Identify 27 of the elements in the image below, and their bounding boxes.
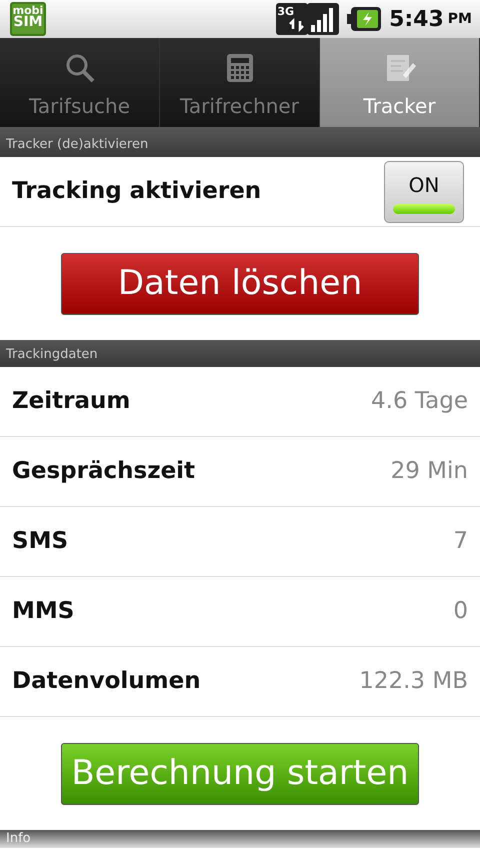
delete-button[interactable]: Daten löschen (61, 252, 419, 314)
battery-icon (347, 7, 382, 31)
data-value: 122.3 MB (359, 667, 468, 696)
network-icon (276, 3, 308, 35)
data-label: Zeitraum (12, 387, 130, 416)
tab[interactable]: Tarifrechner (160, 38, 320, 127)
app-logo: mobi SIM (10, 2, 46, 36)
signal-icon (307, 3, 340, 35)
data-value: 7 (453, 527, 468, 556)
section-header: Info (0, 830, 480, 848)
data-label: Datenvolumen (12, 667, 201, 696)
data-value: 0 (453, 597, 468, 626)
section-header: Tracker (de)aktivieren (0, 130, 480, 157)
start-button[interactable]: Berechnung starten (61, 742, 419, 804)
toggle-button[interactable]: ON (384, 160, 464, 222)
setting-label: Tracking aktivieren (12, 177, 262, 206)
tab[interactable]: Tracker (320, 38, 480, 127)
data-label: SMS (12, 527, 68, 556)
data-label: Gesprächszeit (12, 457, 196, 486)
data-value: 4.6 Tage (371, 387, 468, 416)
section-header: Trackingdaten (0, 340, 480, 367)
data-label: MMS (12, 597, 74, 626)
data-value: 29 Min (390, 457, 468, 486)
clock-period: PM (448, 10, 472, 28)
network-label: 3G (277, 4, 294, 20)
tab[interactable]: Tarifsuche (0, 38, 160, 127)
clock-time: 5:43 (389, 6, 444, 34)
